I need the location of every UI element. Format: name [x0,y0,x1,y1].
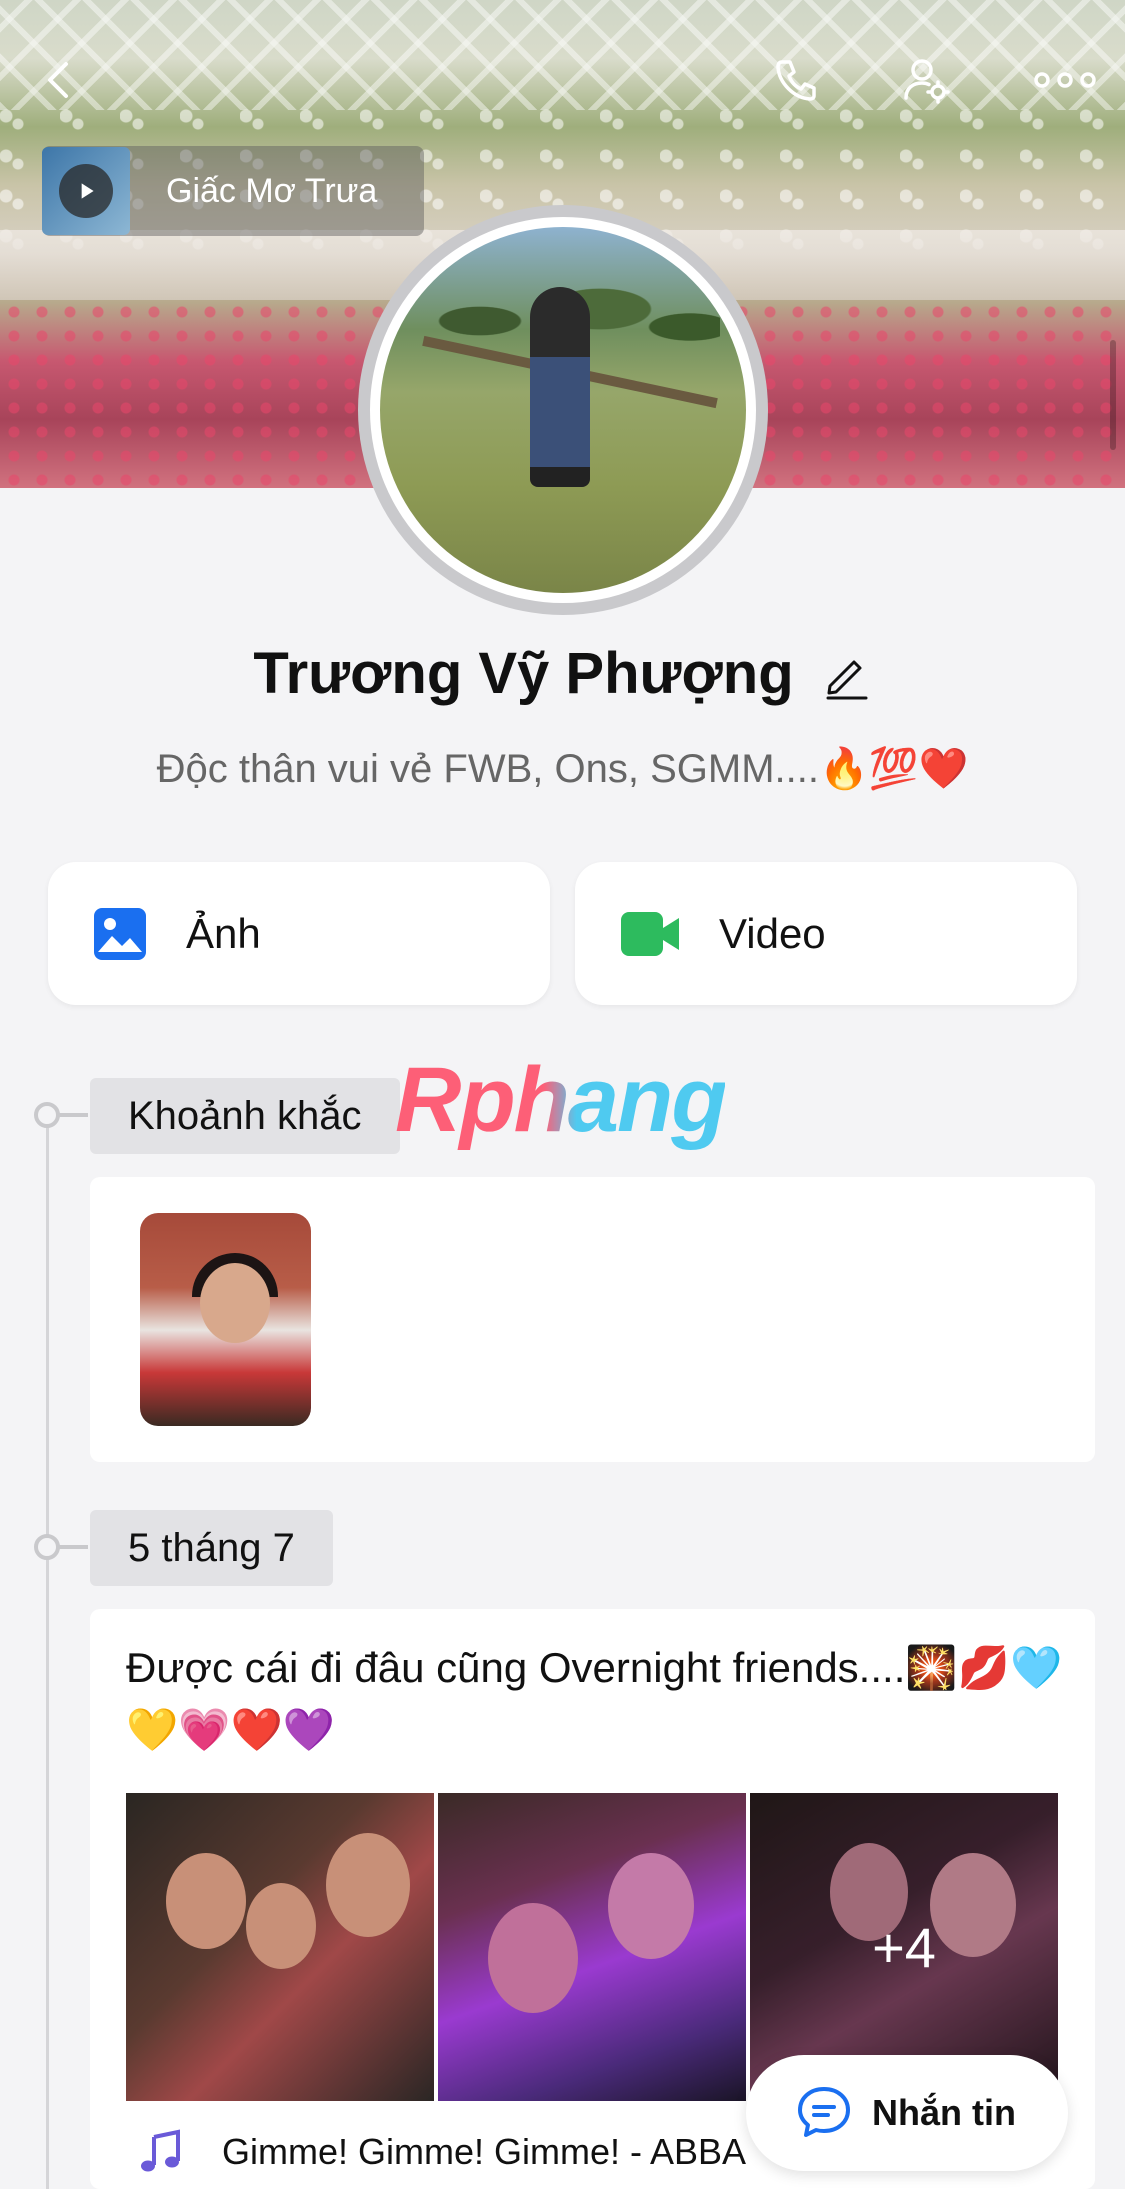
post-song[interactable]: Gimme! Gimme! Gimme! - ABBA [138,2129,746,2175]
moments-section-label: Khoảnh khắc [90,1078,400,1154]
profile-name: Trương Vỹ Phượng [253,641,794,706]
moments-card [90,1177,1095,1462]
videos-button-label: Video [719,909,826,957]
timeline-dot [34,1534,88,1560]
post-photo-2[interactable] [438,1793,746,2101]
chat-bubble-icon [798,2087,850,2137]
moment-thumbnail[interactable] [140,1213,311,1426]
message-button-label: Nhắn tin [872,2092,1016,2133]
photos-button-label: Ảnh [186,909,261,957]
back-icon[interactable] [30,50,90,110]
profile-name-row: Trương Vỹ Phượng [0,640,1125,707]
date-section-label: 5 tháng 7 [90,1510,333,1586]
music-title: Giấc Mơ Trưa [166,171,378,210]
scrollbar[interactable] [1110,340,1116,450]
cover-lattice [0,0,1125,110]
photos-button[interactable]: Ảnh [48,862,550,1005]
more-options-icon[interactable] [1030,50,1100,110]
timeline-line [46,1115,49,2189]
message-button[interactable]: Nhắn tin [746,2055,1068,2171]
post-photo-1[interactable] [126,1793,434,2101]
music-cover-thumbnail [42,147,130,235]
music-note-icon [141,2129,180,2172]
profile-bio: Độc thân vui vẻ FWB, Ons, SGMM....🔥💯❤️ [156,747,969,791]
more-photos-count: +4 [872,1915,936,1979]
edit-pencil-icon[interactable] [820,648,872,700]
phone-icon[interactable] [766,50,826,110]
play-icon[interactable] [59,164,113,218]
profile-music-player[interactable]: Giấc Mơ Trưa [42,146,424,236]
avatar[interactable] [358,205,768,615]
post-text: Được cái đi đâu cũng Overnight friends..… [126,1644,1063,1753]
song-title: Gimme! Gimme! Gimme! - ABBA [222,2131,747,2172]
timeline-dot [34,1102,88,1128]
image-icon [94,907,146,960]
video-camera-icon [621,911,679,956]
profile-settings-icon[interactable] [896,50,956,110]
watermark-logo: Rphang [395,1049,727,1151]
videos-button[interactable]: Video [575,862,1077,1005]
